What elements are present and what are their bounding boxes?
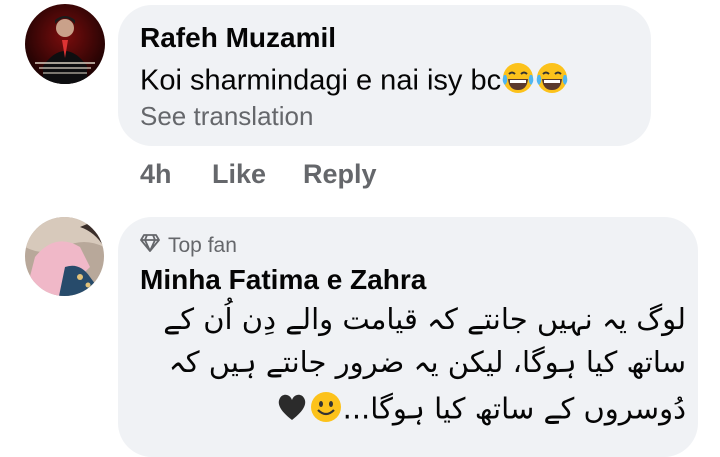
comment-timestamp[interactable]: 4h: [140, 159, 172, 190]
profile-photo: [25, 217, 104, 296]
comment-author[interactable]: Minha Fatima e Zahra: [140, 264, 426, 296]
top-fan-badge: Top fan: [140, 234, 237, 258]
comment-text-line: دُوسروں کے ساتھ کیا ہوگا...: [342, 391, 686, 426]
comment-text-line: لوگ یہ نہیں جانتے کہ قیامت والے دِن اُن …: [163, 302, 686, 336]
comment-text-line: ساتھ کیا ہوگا، لیکن یہ ضرور جانتے ہیں کہ: [168, 345, 686, 379]
comment-text: Koi sharmindagi e nai isy bc: [140, 61, 569, 103]
diamond-icon: [140, 234, 160, 258]
comment-text-line-last: دُوسروں کے ساتھ کیا ہوگا...: [275, 390, 686, 431]
like-button[interactable]: Like: [212, 159, 266, 190]
comment-text-body: Koi sharmindagi e nai isy bc: [140, 64, 502, 97]
black-heart-emoji-icon: [275, 390, 309, 431]
tears-of-joy-emoji-icon: [535, 61, 569, 103]
reply-button[interactable]: Reply: [303, 159, 377, 190]
profile-photo: [25, 4, 105, 84]
smiling-face-emoji-icon: [309, 390, 343, 431]
avatar[interactable]: [25, 4, 105, 84]
comment-author[interactable]: Rafeh Muzamil: [140, 22, 336, 54]
avatar[interactable]: [25, 217, 104, 296]
tears-of-joy-emoji-icon: [501, 61, 535, 103]
top-fan-label: Top fan: [168, 234, 237, 257]
see-translation-link[interactable]: See translation: [140, 101, 313, 132]
